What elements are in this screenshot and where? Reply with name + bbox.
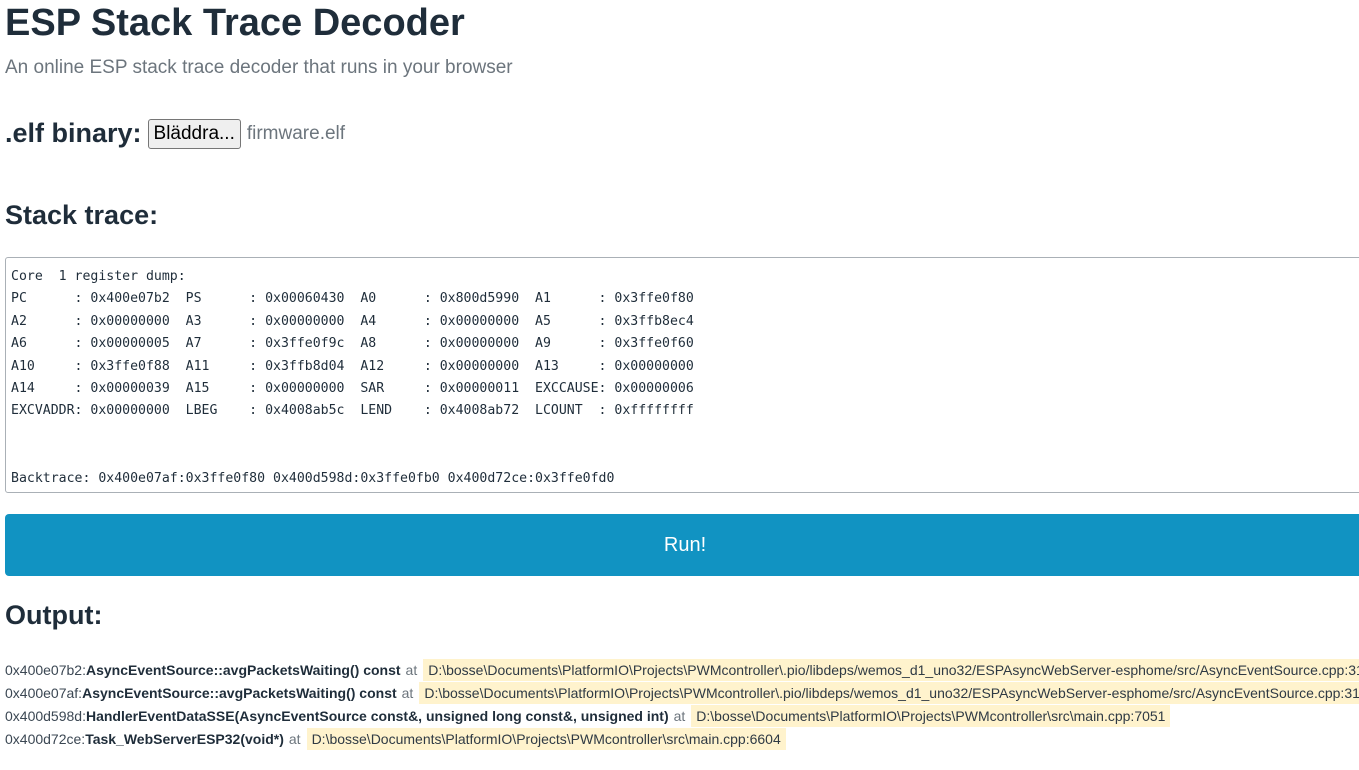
page-title: ESP Stack Trace Decoder bbox=[5, 2, 465, 44]
output-function: AsyncEventSource::avgPacketsWaiting() co… bbox=[82, 684, 397, 701]
output-at-label: at bbox=[288, 730, 301, 747]
output-function: HandlerEventDataSSE(AsyncEventSource con… bbox=[85, 707, 669, 724]
output-file-path: D:\bosse\Documents\PlatformIO\Projects\P… bbox=[419, 681, 1359, 704]
stack-trace-textarea[interactable]: Core 1 register dump: PC : 0x400e07b2 PS… bbox=[5, 257, 1359, 493]
elf-binary-label: .elf binary: bbox=[5, 118, 142, 148]
browse-file-button[interactable]: Bläddra... bbox=[147, 118, 241, 149]
output-row: 0x400d72ce: Task_WebServerESP32(void*) a… bbox=[5, 727, 1359, 750]
output-at-label: at bbox=[405, 661, 418, 678]
elf-upload-row: .elf binary: Bläddra... firmware.elf bbox=[5, 118, 345, 149]
output-row: 0x400d598d: HandlerEventDataSSE(AsyncEve… bbox=[5, 704, 1359, 727]
page-subtitle: An online ESP stack trace decoder that r… bbox=[5, 57, 513, 78]
selected-file-name: firmware.elf bbox=[246, 122, 346, 144]
output-list: 0x400e07b2: AsyncEventSource::avgPackets… bbox=[5, 658, 1359, 750]
output-row: 0x400e07b2: AsyncEventSource::avgPackets… bbox=[5, 658, 1359, 681]
run-button[interactable]: Run! bbox=[5, 514, 1359, 576]
output-row: 0x400e07af: AsyncEventSource::avgPackets… bbox=[5, 681, 1359, 704]
output-file-path: D:\bosse\Documents\PlatformIO\Projects\P… bbox=[306, 727, 786, 750]
output-file-path: D:\bosse\Documents\PlatformIO\Projects\P… bbox=[691, 704, 1171, 727]
stack-trace-heading: Stack trace: bbox=[5, 200, 159, 230]
output-at-label: at bbox=[401, 684, 414, 701]
output-address: 0x400e07af: bbox=[5, 684, 83, 701]
output-heading: Output: bbox=[5, 600, 103, 630]
output-function: Task_WebServerESP32(void*) bbox=[85, 730, 284, 747]
output-file-path: D:\bosse\Documents\PlatformIO\Projects\P… bbox=[423, 658, 1359, 681]
output-address: 0x400d598d: bbox=[5, 707, 86, 724]
page: ESP Stack Trace Decoder An online ESP st… bbox=[0, 0, 1359, 770]
output-at-label: at bbox=[673, 707, 686, 724]
output-address: 0x400d72ce: bbox=[5, 730, 86, 747]
output-function: AsyncEventSource::avgPacketsWaiting() co… bbox=[85, 661, 401, 678]
output-address: 0x400e07b2: bbox=[5, 661, 86, 678]
